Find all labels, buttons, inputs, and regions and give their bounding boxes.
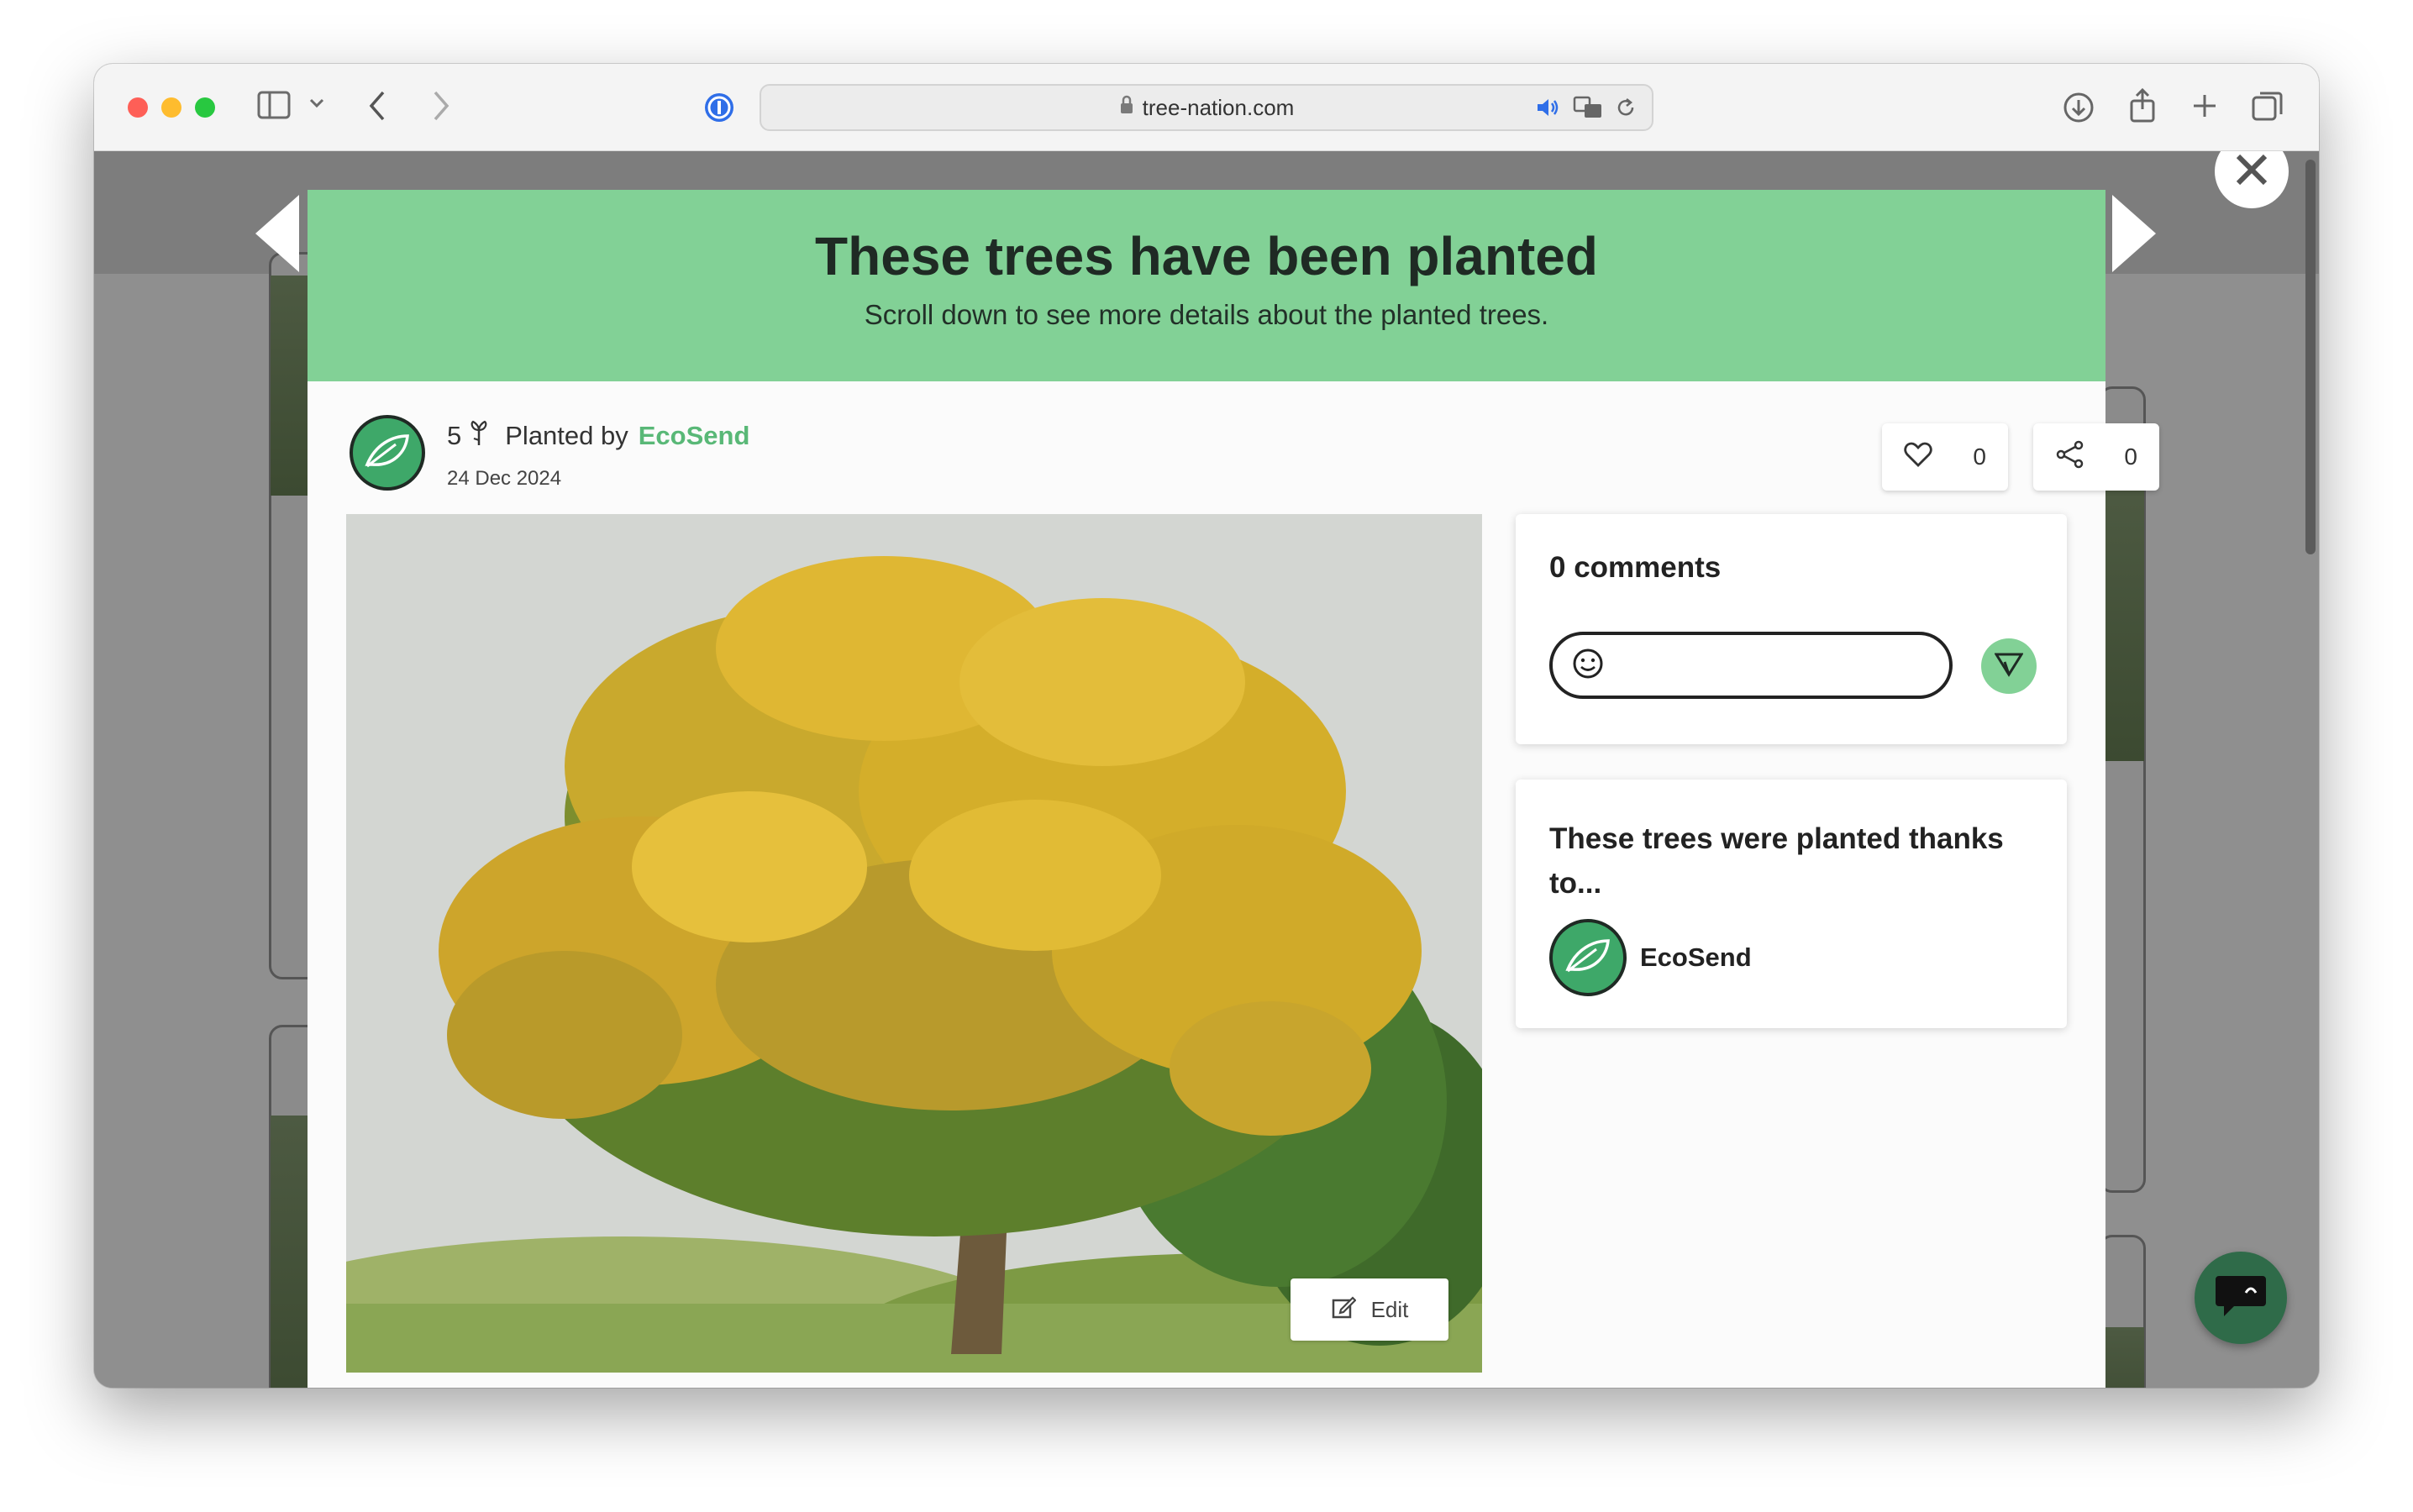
- page-content: These trees have been planted Scroll dow…: [94, 151, 2319, 1388]
- edit-icon: [1331, 1294, 1357, 1326]
- edit-photo-button[interactable]: Edit: [1291, 1278, 1448, 1341]
- chat-button[interactable]: [2195, 1252, 2287, 1344]
- send-comment-button[interactable]: [1981, 638, 2037, 694]
- previous-arrow-icon[interactable]: [250, 193, 301, 274]
- browser-window: tree-nation.com These trees have been pl…: [94, 64, 2319, 1388]
- planting-meta: 5 Planted by EcoSend: [447, 418, 749, 454]
- speaker-icon[interactable]: [1536, 96, 1561, 125]
- tabs-overview-icon[interactable]: [2252, 91, 2284, 123]
- planted-trees-modal: These trees have been planted Scroll dow…: [308, 190, 2159, 1388]
- chevron-down-icon[interactable]: [309, 97, 324, 109]
- close-icon: [2235, 151, 2268, 197]
- address-bar[interactable]: tree-nation.com: [760, 84, 1653, 131]
- url-text: tree-nation.com: [1142, 94, 1295, 120]
- comment-input[interactable]: [1549, 632, 1953, 699]
- sponsor-name[interactable]: EcoSend: [1640, 942, 1752, 973]
- sponsors-card: These trees were planted thanks to... Ec…: [1516, 780, 2067, 1028]
- back-icon[interactable]: [368, 89, 388, 123]
- sprout-icon: [468, 418, 490, 454]
- new-tab-icon[interactable]: [2191, 92, 2218, 119]
- lock-icon: [1119, 95, 1134, 121]
- comments-card: 0 comments: [1516, 514, 2067, 744]
- planter-avatar[interactable]: [350, 415, 425, 491]
- leaf-icon: [1564, 937, 1611, 979]
- minimize-window-button[interactable]: [161, 97, 181, 118]
- password-manager-icon[interactable]: [702, 91, 736, 124]
- sponsors-title: These trees were planted thanks to...: [1549, 822, 2004, 900]
- planter-link[interactable]: EcoSend: [639, 421, 750, 451]
- scrollbar[interactable]: [2305, 160, 2316, 554]
- share-count: 0: [2124, 444, 2137, 470]
- heart-icon: [1904, 442, 1932, 473]
- forward-icon[interactable]: [430, 89, 450, 123]
- background-image: [271, 1116, 313, 1388]
- download-icon[interactable]: [2062, 91, 2095, 124]
- modal-header: These trees have been planted Scroll dow…: [308, 190, 2105, 381]
- share-nodes-icon: [2055, 440, 2085, 475]
- background-image: [271, 276, 313, 496]
- browser-toolbar: tree-nation.com: [94, 64, 2319, 151]
- tree-photo: [346, 514, 1482, 1373]
- close-window-button[interactable]: [128, 97, 148, 118]
- like-button[interactable]: 0: [1882, 423, 2008, 491]
- flowering-tree-illustration: [346, 514, 1482, 1373]
- edit-label: Edit: [1370, 1296, 1409, 1322]
- share-button[interactable]: 0: [2033, 423, 2159, 491]
- leaf-icon: [364, 433, 411, 474]
- reload-icon[interactable]: [1615, 96, 1637, 125]
- like-count: 0: [1973, 444, 1986, 470]
- next-arrow-icon[interactable]: [2111, 193, 2161, 274]
- send-icon: [1994, 652, 2024, 681]
- share-icon[interactable]: [2127, 87, 2158, 124]
- background-image: [2105, 484, 2144, 761]
- modal-subtitle: Scroll down to see more details about th…: [864, 299, 1549, 330]
- tree-count: 5: [447, 421, 462, 450]
- sponsor-avatar[interactable]: [1549, 919, 1627, 996]
- chat-icon: [2214, 1273, 2268, 1324]
- background-image: [2105, 1327, 2144, 1388]
- zoom-window-button[interactable]: [195, 97, 215, 118]
- comments-title: 0 comments: [1549, 551, 1722, 584]
- modal-title: These trees have been planted: [815, 226, 1598, 286]
- sidebar-icon[interactable]: [257, 91, 291, 119]
- smiley-icon[interactable]: [1571, 647, 1605, 685]
- planting-date: 24 Dec 2024: [447, 467, 562, 490]
- planted-by-label: Planted by: [505, 421, 628, 450]
- translate-icon[interactable]: [1573, 96, 1603, 125]
